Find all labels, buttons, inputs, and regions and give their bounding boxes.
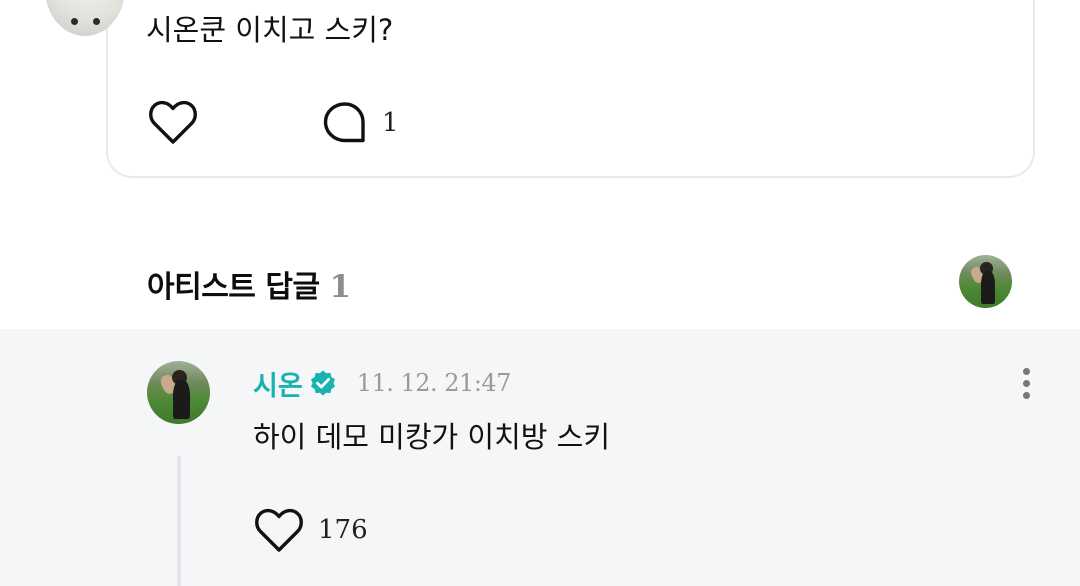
artist-avatar[interactable] — [959, 255, 1012, 308]
heart-icon — [149, 100, 197, 144]
reply-count: 1 — [329, 269, 352, 305]
reply-author-avatar[interactable] — [147, 361, 210, 424]
reply-like-count: 176 — [318, 515, 368, 545]
artist-replies-header: 아티스트 답글 1 — [147, 262, 351, 306]
more-vertical-icon-dot — [1022, 391, 1030, 399]
reply-text: 하이 데모 미캉가 이치방 스키 — [253, 420, 611, 454]
more-options-button[interactable] — [1010, 362, 1042, 404]
heart-icon — [255, 508, 303, 552]
verified-badge-icon — [309, 369, 337, 397]
more-vertical-icon — [1022, 367, 1030, 375]
comment-button[interactable]: 1 — [322, 100, 399, 146]
like-button[interactable] — [148, 97, 200, 147]
reply-header: 시온 11. 12. 21:47 — [253, 364, 512, 403]
thread-line — [177, 456, 181, 586]
reply-like-button[interactable]: 176 — [254, 507, 368, 553]
section-title: 아티스트 답글 — [147, 270, 320, 305]
post-text: 시온쿤 이치고 스키? — [146, 13, 394, 47]
more-vertical-icon-dot — [1022, 379, 1030, 387]
reply-author-name[interactable]: 시온 — [253, 364, 303, 403]
reply-timestamp: 11. 12. 21:47 — [356, 369, 512, 397]
comment-bubble-icon — [323, 102, 365, 143]
comment-count: 1 — [382, 108, 399, 138]
